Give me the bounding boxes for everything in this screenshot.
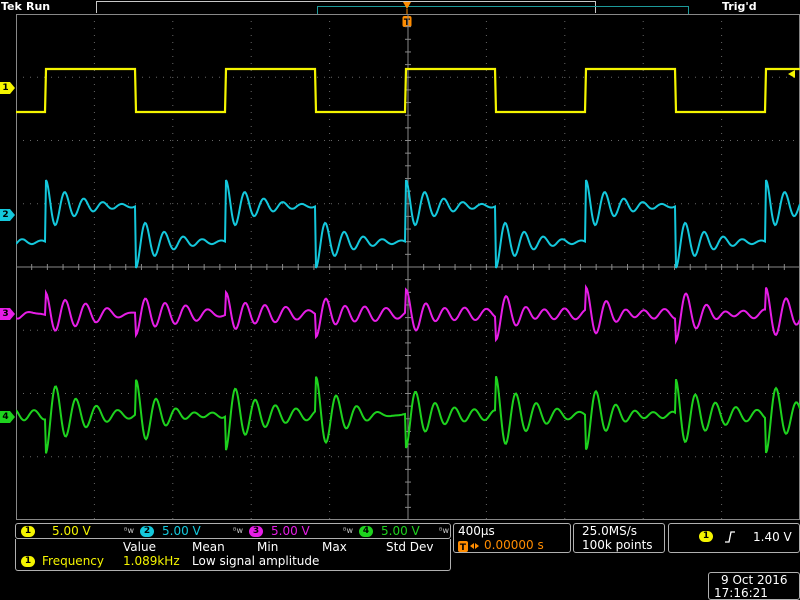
meas-header-mean: Mean — [192, 540, 225, 554]
bw-limit-icon: ᴮw — [124, 526, 134, 535]
horizontal-scale[interactable]: 400µs — [458, 524, 495, 538]
ch2-badge[interactable]: 2 — [140, 526, 154, 537]
ch1-scale[interactable]: 5.00 V — [52, 524, 91, 538]
trigger-level[interactable]: 1.40 V — [753, 530, 792, 544]
ch2-marker-label: 2 — [2, 210, 9, 220]
trigger-panel[interactable]: 1 1.40 V — [668, 523, 800, 553]
record-view-bar[interactable] — [96, 1, 689, 15]
ch3-marker[interactable]: 3 — [0, 308, 16, 320]
acquisition-panel[interactable]: 25.0MS/s 100k points — [573, 523, 665, 553]
date-label: 9 Oct 2016 — [721, 573, 788, 587]
ch3-scale[interactable]: 5.00 V — [271, 524, 310, 538]
run-status[interactable]: Run — [26, 0, 50, 13]
ch3-badge[interactable]: 3 — [249, 526, 263, 537]
trigger-level-icon[interactable] — [786, 69, 796, 79]
sample-rate: 25.0MS/s — [582, 524, 637, 538]
meas-header-value: Value — [123, 540, 156, 554]
bw-limit-icon: ᴮw — [233, 526, 243, 535]
meas-source-badge: 1 — [21, 556, 35, 567]
ch1-marker-label: 1 — [2, 83, 9, 93]
timebase-panel[interactable]: 400µs T 0.00000 s — [453, 523, 571, 553]
ch4-marker-label: 4 — [2, 412, 9, 422]
horizontal-delay[interactable]: 0.00000 s — [484, 538, 544, 552]
trigger-status: Trig'd — [722, 0, 757, 13]
meas-header-max: Max — [322, 540, 347, 554]
waveform-display[interactable] — [16, 14, 800, 520]
time-label: 17:16:21 — [714, 586, 768, 600]
meas-header-min: Min — [257, 540, 279, 554]
ch4-scale[interactable]: 5.00 V — [381, 524, 420, 538]
meas-note: Low signal amplitude — [192, 554, 320, 568]
meas-header-stddev: Std Dev — [386, 540, 434, 554]
ch1-marker[interactable]: 1 — [0, 82, 16, 94]
meas-name: Frequency — [42, 554, 104, 568]
ch3-marker-label: 3 — [2, 309, 9, 319]
delay-icon: T — [458, 541, 479, 552]
trigger-source-badge[interactable]: 1 — [699, 531, 713, 542]
bw-limit-icon: ᴮw — [439, 526, 449, 535]
ch1-badge[interactable]: 1 — [21, 526, 35, 537]
bw-limit-icon: ᴮw — [343, 526, 353, 535]
measurement-panel[interactable]: Value Mean Min Max Std Dev 1 Frequency 1… — [15, 539, 451, 571]
top-status-bar: Tek Run Trig'd — [0, 0, 800, 15]
datetime-panel: 9 Oct 2016 17:16:21 — [708, 572, 800, 600]
channel-scale-panel: 1 5.00 V ᴮw 2 5.00 V ᴮw 3 5.00 V ᴮw 4 5.… — [15, 523, 451, 539]
meas-value: 1.089kHz — [123, 554, 180, 568]
record-length: 100k points — [582, 538, 653, 552]
ch4-marker[interactable]: 4 — [0, 411, 16, 423]
rising-edge-icon — [725, 531, 735, 543]
ch2-marker[interactable]: 2 — [0, 209, 16, 221]
status-area: 1 5.00 V ᴮw 2 5.00 V ᴮw 3 5.00 V ᴮw 4 5.… — [0, 520, 800, 600]
ch2-scale[interactable]: 5.00 V — [162, 524, 201, 538]
svg-text:T: T — [460, 543, 467, 552]
ch4-badge[interactable]: 4 — [359, 526, 373, 537]
brand-label: Tek — [1, 0, 22, 13]
